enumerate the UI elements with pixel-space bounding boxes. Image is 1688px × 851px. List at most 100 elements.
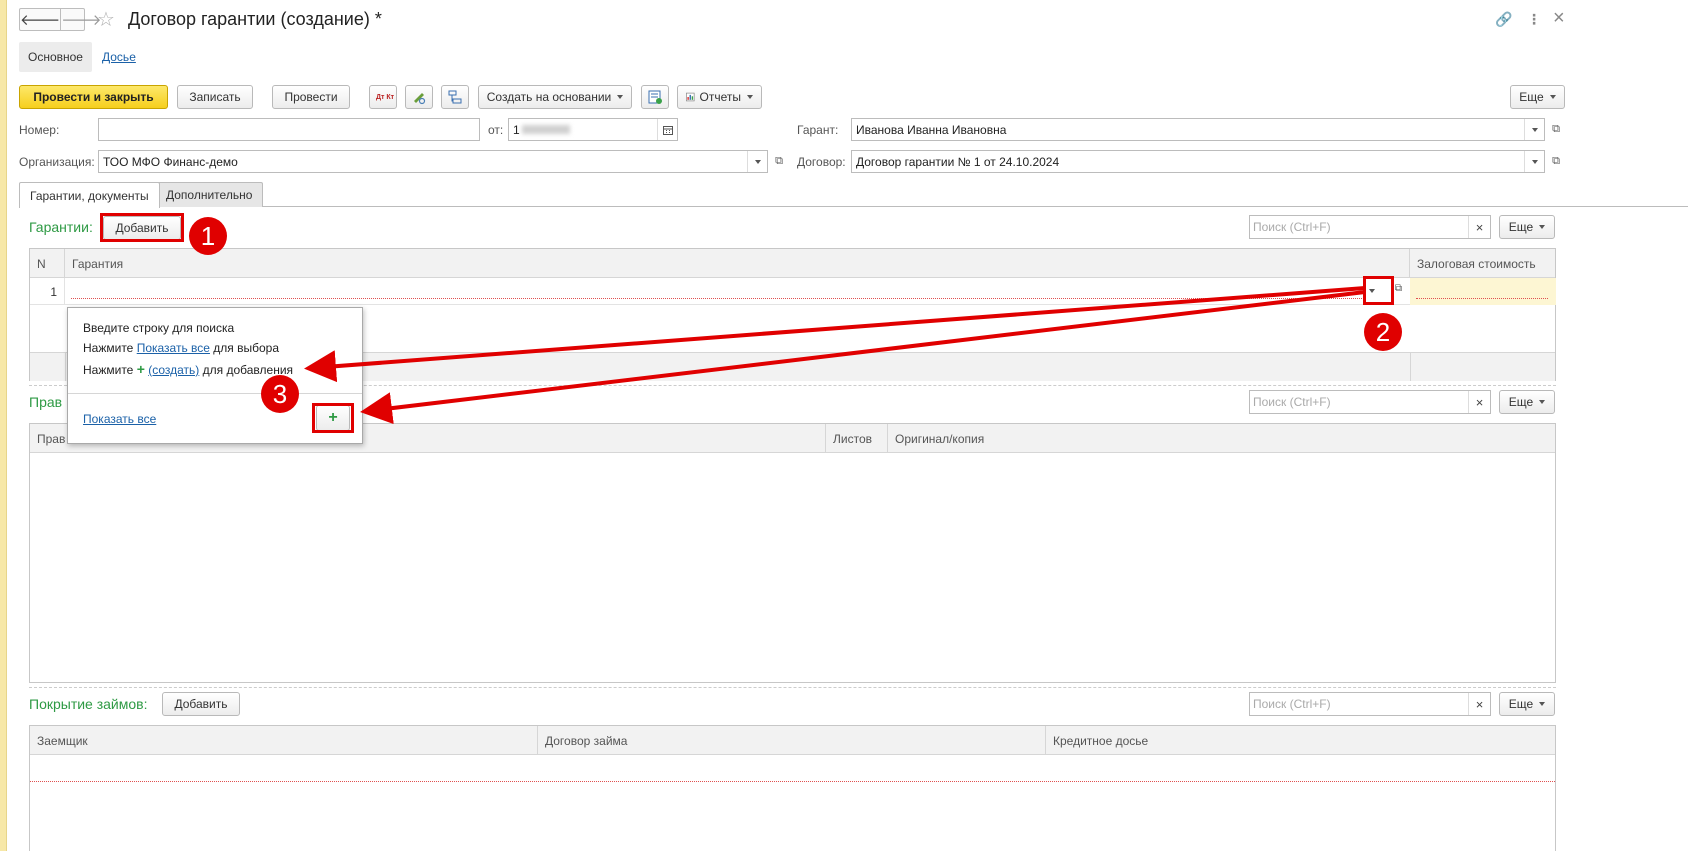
- structure-button[interactable]: [441, 85, 469, 109]
- page-title: Договор гарантии (создание) *: [128, 9, 382, 29]
- rights-search-placeholder: Поиск (Ctrl+F): [1253, 395, 1331, 409]
- popup-show-all-hint: Нажмите Показать все для выбора: [83, 341, 279, 355]
- section-separator: [29, 687, 1556, 688]
- annotation-badge-1: 1: [189, 217, 227, 255]
- column-collateral-value[interactable]: Залоговая стоимость: [1410, 249, 1556, 278]
- tab-additional[interactable]: Дополнительно: [155, 182, 264, 207]
- row-number: 1: [30, 278, 65, 305]
- link-icon[interactable]: 🔗: [1495, 11, 1512, 28]
- loans-search-input[interactable]: Поиск (Ctrl+F) ×: [1249, 692, 1491, 716]
- guarantees-table-header: N Гарантия Залоговая стоимость: [30, 249, 1555, 278]
- popup-hint-line: Введите строку для поиска: [83, 321, 235, 335]
- blurred-date: [521, 125, 570, 134]
- number-label: Номер:: [19, 123, 60, 137]
- guarantor-open-icon[interactable]: ⧉: [1547, 118, 1565, 141]
- rights-more-button[interactable]: Еще: [1499, 390, 1555, 414]
- date-label: от:: [488, 123, 504, 137]
- post-button[interactable]: Провести: [272, 85, 350, 109]
- popup-show-all-link[interactable]: Показать все: [83, 412, 156, 426]
- column-n[interactable]: N: [30, 249, 65, 278]
- forward-arrow-icon[interactable]: 🡒: [60, 9, 101, 30]
- required-underline: [1416, 298, 1548, 299]
- guarantee-open-icon[interactable]: ⧉: [1395, 283, 1402, 294]
- table-row[interactable]: 1 ⧉: [30, 278, 1556, 305]
- required-underline: [71, 298, 1362, 299]
- popup-text: Нажмите: [83, 363, 137, 377]
- green-plus-icon: +: [136, 361, 145, 377]
- tab-dossier[interactable]: Досье: [93, 42, 145, 72]
- back-arrow-icon[interactable]: 🡐: [20, 9, 60, 30]
- dt-kt-button[interactable]: Дт Кт: [369, 85, 397, 109]
- calendar-icon[interactable]: [657, 119, 677, 140]
- clear-search-icon[interactable]: ×: [1468, 693, 1490, 715]
- contract-open-icon[interactable]: ⧉: [1547, 150, 1565, 173]
- clear-search-icon[interactable]: ×: [1468, 391, 1490, 413]
- dt-kt-icon: Дт Кт: [376, 93, 395, 101]
- reports-button[interactable]: Отчеты: [677, 85, 762, 109]
- popup-text: Нажмите: [83, 341, 137, 355]
- tab-guarantees-documents[interactable]: Гарантии, документы: [19, 182, 160, 208]
- close-icon[interactable]: ×: [1553, 7, 1565, 30]
- number-field[interactable]: [98, 118, 480, 141]
- report-chart-icon: [686, 92, 695, 102]
- tab-divider: [19, 206, 1688, 207]
- popup-show-all-inline-link[interactable]: Показать все: [137, 341, 210, 355]
- column-borrower[interactable]: Заемщик: [30, 726, 538, 755]
- guarantor-dropdown-icon[interactable]: [1524, 119, 1544, 140]
- column-sheets[interactable]: Листов: [826, 424, 888, 453]
- rights-title: Прав: [29, 394, 63, 410]
- contract-dropdown-icon[interactable]: [1524, 151, 1544, 172]
- annotation-badge-2: 2: [1364, 313, 1402, 351]
- guarantee-cell[interactable]: ⧉: [65, 278, 1410, 305]
- required-underline: [30, 781, 1555, 782]
- column-guarantee[interactable]: Гарантия: [65, 249, 1410, 278]
- annotation-box-3: [312, 403, 354, 433]
- popup-text: для выбора: [209, 341, 280, 355]
- organization-value: ТОО МФО Финанс-демо: [103, 154, 238, 169]
- organization-label: Организация:: [19, 155, 95, 169]
- pencil-check-icon: [414, 93, 426, 105]
- rights-more-label: Еще: [1508, 395, 1534, 409]
- loans-more-label: Еще: [1508, 697, 1534, 711]
- clear-search-icon[interactable]: ×: [1468, 216, 1490, 238]
- save-button[interactable]: Записать: [177, 85, 253, 109]
- add-loan-button[interactable]: Добавить: [162, 692, 240, 716]
- guarantor-field[interactable]: Иванова Иванна Ивановна: [851, 118, 1545, 141]
- tab-main[interactable]: Основное: [19, 42, 92, 72]
- kebab-menu-icon[interactable]: ⋮: [1527, 11, 1541, 28]
- popup-create-hint: Нажмите + (создать) для добавления: [83, 361, 293, 377]
- collateral-cell[interactable]: [1410, 278, 1556, 305]
- print-button[interactable]: [641, 85, 669, 109]
- guarantees-search-input[interactable]: Поиск (Ctrl+F) ×: [1249, 215, 1491, 239]
- organization-dropdown-icon[interactable]: [747, 151, 767, 172]
- contract-field[interactable]: Договор гарантии № 1 от 24.10.2024: [851, 150, 1545, 173]
- rights-table: Прав Листов Оригинал/копия: [29, 423, 1556, 683]
- edit-structure-button[interactable]: [405, 85, 433, 109]
- document-green-icon: [648, 90, 662, 104]
- guarantees-search-placeholder: Поиск (Ctrl+F): [1253, 220, 1331, 234]
- loans-more-button[interactable]: Еще: [1499, 692, 1555, 716]
- post-and-close-button[interactable]: Провести и закрыть: [19, 85, 168, 109]
- guarantor-value: Иванова Иванна Ивановна: [856, 122, 1007, 137]
- column-credit-dossier[interactable]: Кредитное досье: [1046, 726, 1556, 755]
- column-original-copy[interactable]: Оригинал/копия: [888, 424, 1556, 453]
- column-loan-contract[interactable]: Договор займа: [538, 726, 1046, 755]
- date-field[interactable]: 1: [508, 118, 678, 141]
- left-accent-bar: [0, 0, 7, 851]
- create-based-on-button[interactable]: Создать на основании: [478, 85, 632, 109]
- contract-label: Договор:: [797, 155, 846, 169]
- guarantees-more-button[interactable]: Еще: [1499, 215, 1555, 239]
- date-value: 1: [513, 122, 520, 137]
- guarantees-title: Гарантии:: [29, 219, 93, 235]
- guarantees-more-label: Еще: [1508, 220, 1534, 234]
- organization-open-icon[interactable]: ⧉: [770, 150, 788, 173]
- rights-search-input[interactable]: Поиск (Ctrl+F) ×: [1249, 390, 1491, 414]
- guarantor-label: Гарант:: [797, 123, 839, 137]
- contract-value: Договор гарантии № 1 от 24.10.2024: [856, 154, 1060, 169]
- nav-buttons: 🡐 🡒: [19, 8, 101, 31]
- organization-field[interactable]: ТОО МФО Финанс-демо: [98, 150, 768, 173]
- popup-create-inline-link[interactable]: (создать): [148, 363, 199, 377]
- more-button[interactable]: Еще: [1510, 85, 1565, 109]
- loans-title: Покрытие займов:: [29, 696, 148, 712]
- favorite-star-icon[interactable]: ☆: [97, 7, 115, 32]
